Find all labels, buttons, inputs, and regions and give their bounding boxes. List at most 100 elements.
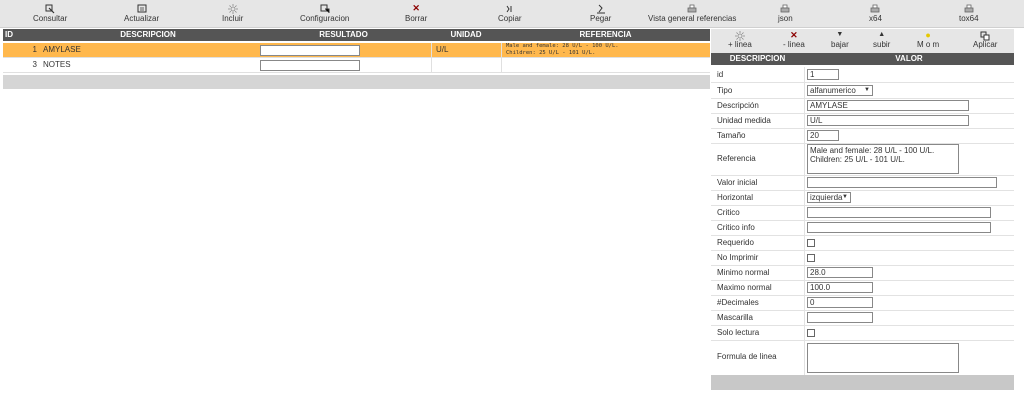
solo-lectura-checkbox[interactable] (807, 329, 815, 337)
mom-button[interactable]: ● M o m (917, 30, 939, 49)
horizontal-value: izquierda (810, 193, 843, 202)
minimo-normal-field[interactable]: 28.0 (807, 267, 873, 278)
tox64-button[interactable]: tox64 (959, 2, 979, 23)
json-button[interactable]: json (778, 2, 793, 23)
panel-header-valor: VALOR (895, 54, 923, 63)
resultado-input[interactable] (260, 45, 360, 56)
prop-label: Horizontal (717, 193, 754, 202)
remove-line-button[interactable]: ✕ - linea (783, 30, 805, 49)
prop-label: id (717, 70, 724, 79)
header-descripcion: DESCRIPCION (120, 30, 176, 39)
borrar-button[interactable]: ✕ Borrar (405, 2, 427, 23)
print-icon (869, 2, 882, 14)
apply-icon (973, 30, 997, 41)
main-toolbar: Consultar Actualizar Incluir Configuraci… (0, 0, 1024, 28)
prop-label: #Decimales (717, 298, 759, 307)
print-icon (778, 2, 793, 14)
star-icon: ● (925, 30, 931, 40)
prop-maximo-normal: Maximo normal 100.0 (711, 280, 1014, 296)
prop-label: Minimo normal (717, 268, 770, 277)
unidad-medida-field[interactable]: U/L (807, 115, 969, 126)
prop-label: Referencia (717, 154, 756, 163)
prop-label: Requerido (717, 238, 754, 247)
table-row[interactable]: 3 NOTES (3, 58, 710, 73)
add-sun-icon (728, 30, 752, 41)
row-descripcion: NOTES (43, 60, 71, 69)
prop-label: Formula de linea (717, 352, 777, 361)
borrar-label: Borrar (405, 14, 428, 23)
prop-requerido: Requerido (711, 235, 1014, 251)
json-label: json (778, 14, 793, 23)
aplicar-label: Aplicar (973, 40, 998, 49)
tipo-select[interactable]: alfanumerico ▼ (807, 85, 873, 96)
prop-label: Tipo (717, 86, 733, 95)
row-referencia (501, 58, 715, 72)
aplicar-button[interactable]: Aplicar (973, 30, 997, 49)
prop-label: Tamaño (717, 131, 746, 140)
arrow-down-icon: ▼ (836, 31, 844, 38)
prop-tipo: Tipo alfanumerico ▼ (711, 83, 1014, 99)
id-field[interactable]: 1 (807, 69, 839, 80)
panel-header-descripcion: DESCRIPCION (729, 54, 786, 63)
x64-button[interactable]: x64 (869, 2, 882, 23)
x64-label: x64 (869, 14, 882, 23)
decimales-field[interactable]: 0 (807, 297, 873, 308)
print-icon (959, 2, 979, 14)
panel-toolbar: + linea ✕ - linea ▼ bajar ▲ subir ● M o … (711, 29, 1014, 53)
prop-mascarilla: Mascarilla (711, 310, 1014, 326)
prop-descripcion: Descripción AMYLASE (711, 98, 1014, 114)
prop-label: Critico (717, 208, 740, 217)
header-resultado: RESULTADO (319, 30, 368, 39)
header-referencia: REFERENCIA (579, 30, 632, 39)
prop-id: id 1 (711, 67, 1014, 83)
configuracion-button[interactable]: Configuracion (300, 2, 349, 23)
prop-label: Solo lectura (717, 328, 760, 337)
pegar-button[interactable]: Pegar (590, 2, 611, 23)
table-row[interactable]: 1 AMYLASE U/L Male and female: 28 U/L - … (3, 43, 710, 58)
descripcion-field[interactable]: AMYLASE (807, 100, 969, 111)
prop-horizontal: Horizontal izquierda ▼ (711, 190, 1014, 206)
critico-field[interactable] (807, 207, 991, 218)
requerido-checkbox[interactable] (807, 239, 815, 247)
copiar-button[interactable]: Copiar (498, 2, 522, 23)
prop-minimo-normal: Minimo normal 28.0 (711, 265, 1014, 281)
prop-critico-info: Critico info (711, 220, 1014, 236)
subir-button[interactable]: ▲ subir (873, 30, 890, 49)
prop-label: Valor inicial (717, 178, 758, 187)
incluir-button[interactable]: Incluir (222, 2, 243, 23)
query-icon (33, 2, 67, 14)
prop-unidad-medida: Unidad medida U/L (711, 113, 1014, 129)
bajar-button[interactable]: ▼ bajar (831, 30, 849, 49)
no-imprimir-checkbox[interactable] (807, 254, 815, 262)
incluir-label: Incluir (222, 14, 244, 23)
header-id: ID (5, 30, 13, 39)
prop-valor-inicial: Valor inicial (711, 175, 1014, 191)
horizontal-select[interactable]: izquierda ▼ (807, 192, 851, 203)
tamano-field[interactable]: 20 (807, 130, 839, 141)
add-line-button[interactable]: + linea (728, 30, 752, 49)
vista-general-referencias-button[interactable]: Vista general referencias (648, 2, 736, 23)
chevron-down-icon: ▼ (842, 194, 848, 200)
prop-label: Descripción (717, 101, 759, 110)
referencia-textarea[interactable]: Male and female: 28 U/L - 100 U/L. Child… (807, 144, 959, 174)
actualizar-button[interactable]: Actualizar (124, 2, 159, 23)
prop-critico: Critico (711, 205, 1014, 221)
close-icon: ✕ (790, 30, 798, 40)
prop-no-imprimir: No Imprimir (711, 250, 1014, 266)
maximo-normal-field[interactable]: 100.0 (807, 282, 873, 293)
prop-decimales: #Decimales 0 (711, 295, 1014, 311)
prop-label: Mascarilla (717, 313, 754, 322)
valor-inicial-field[interactable] (807, 177, 997, 188)
bajar-label: bajar (831, 40, 849, 49)
formula-linea-textarea[interactable] (807, 343, 959, 373)
mascarilla-field[interactable] (807, 312, 873, 323)
resultado-input[interactable] (260, 60, 360, 71)
subir-label: subir (873, 40, 891, 49)
consultar-button[interactable]: Consultar (33, 2, 67, 23)
tox64-label: tox64 (959, 14, 979, 23)
arrow-up-icon: ▲ (878, 31, 886, 38)
paste-icon (590, 2, 611, 14)
prop-solo-lectura: Solo lectura (711, 325, 1014, 341)
row-id: 3 (32, 60, 37, 69)
critico-info-field[interactable] (807, 222, 991, 233)
